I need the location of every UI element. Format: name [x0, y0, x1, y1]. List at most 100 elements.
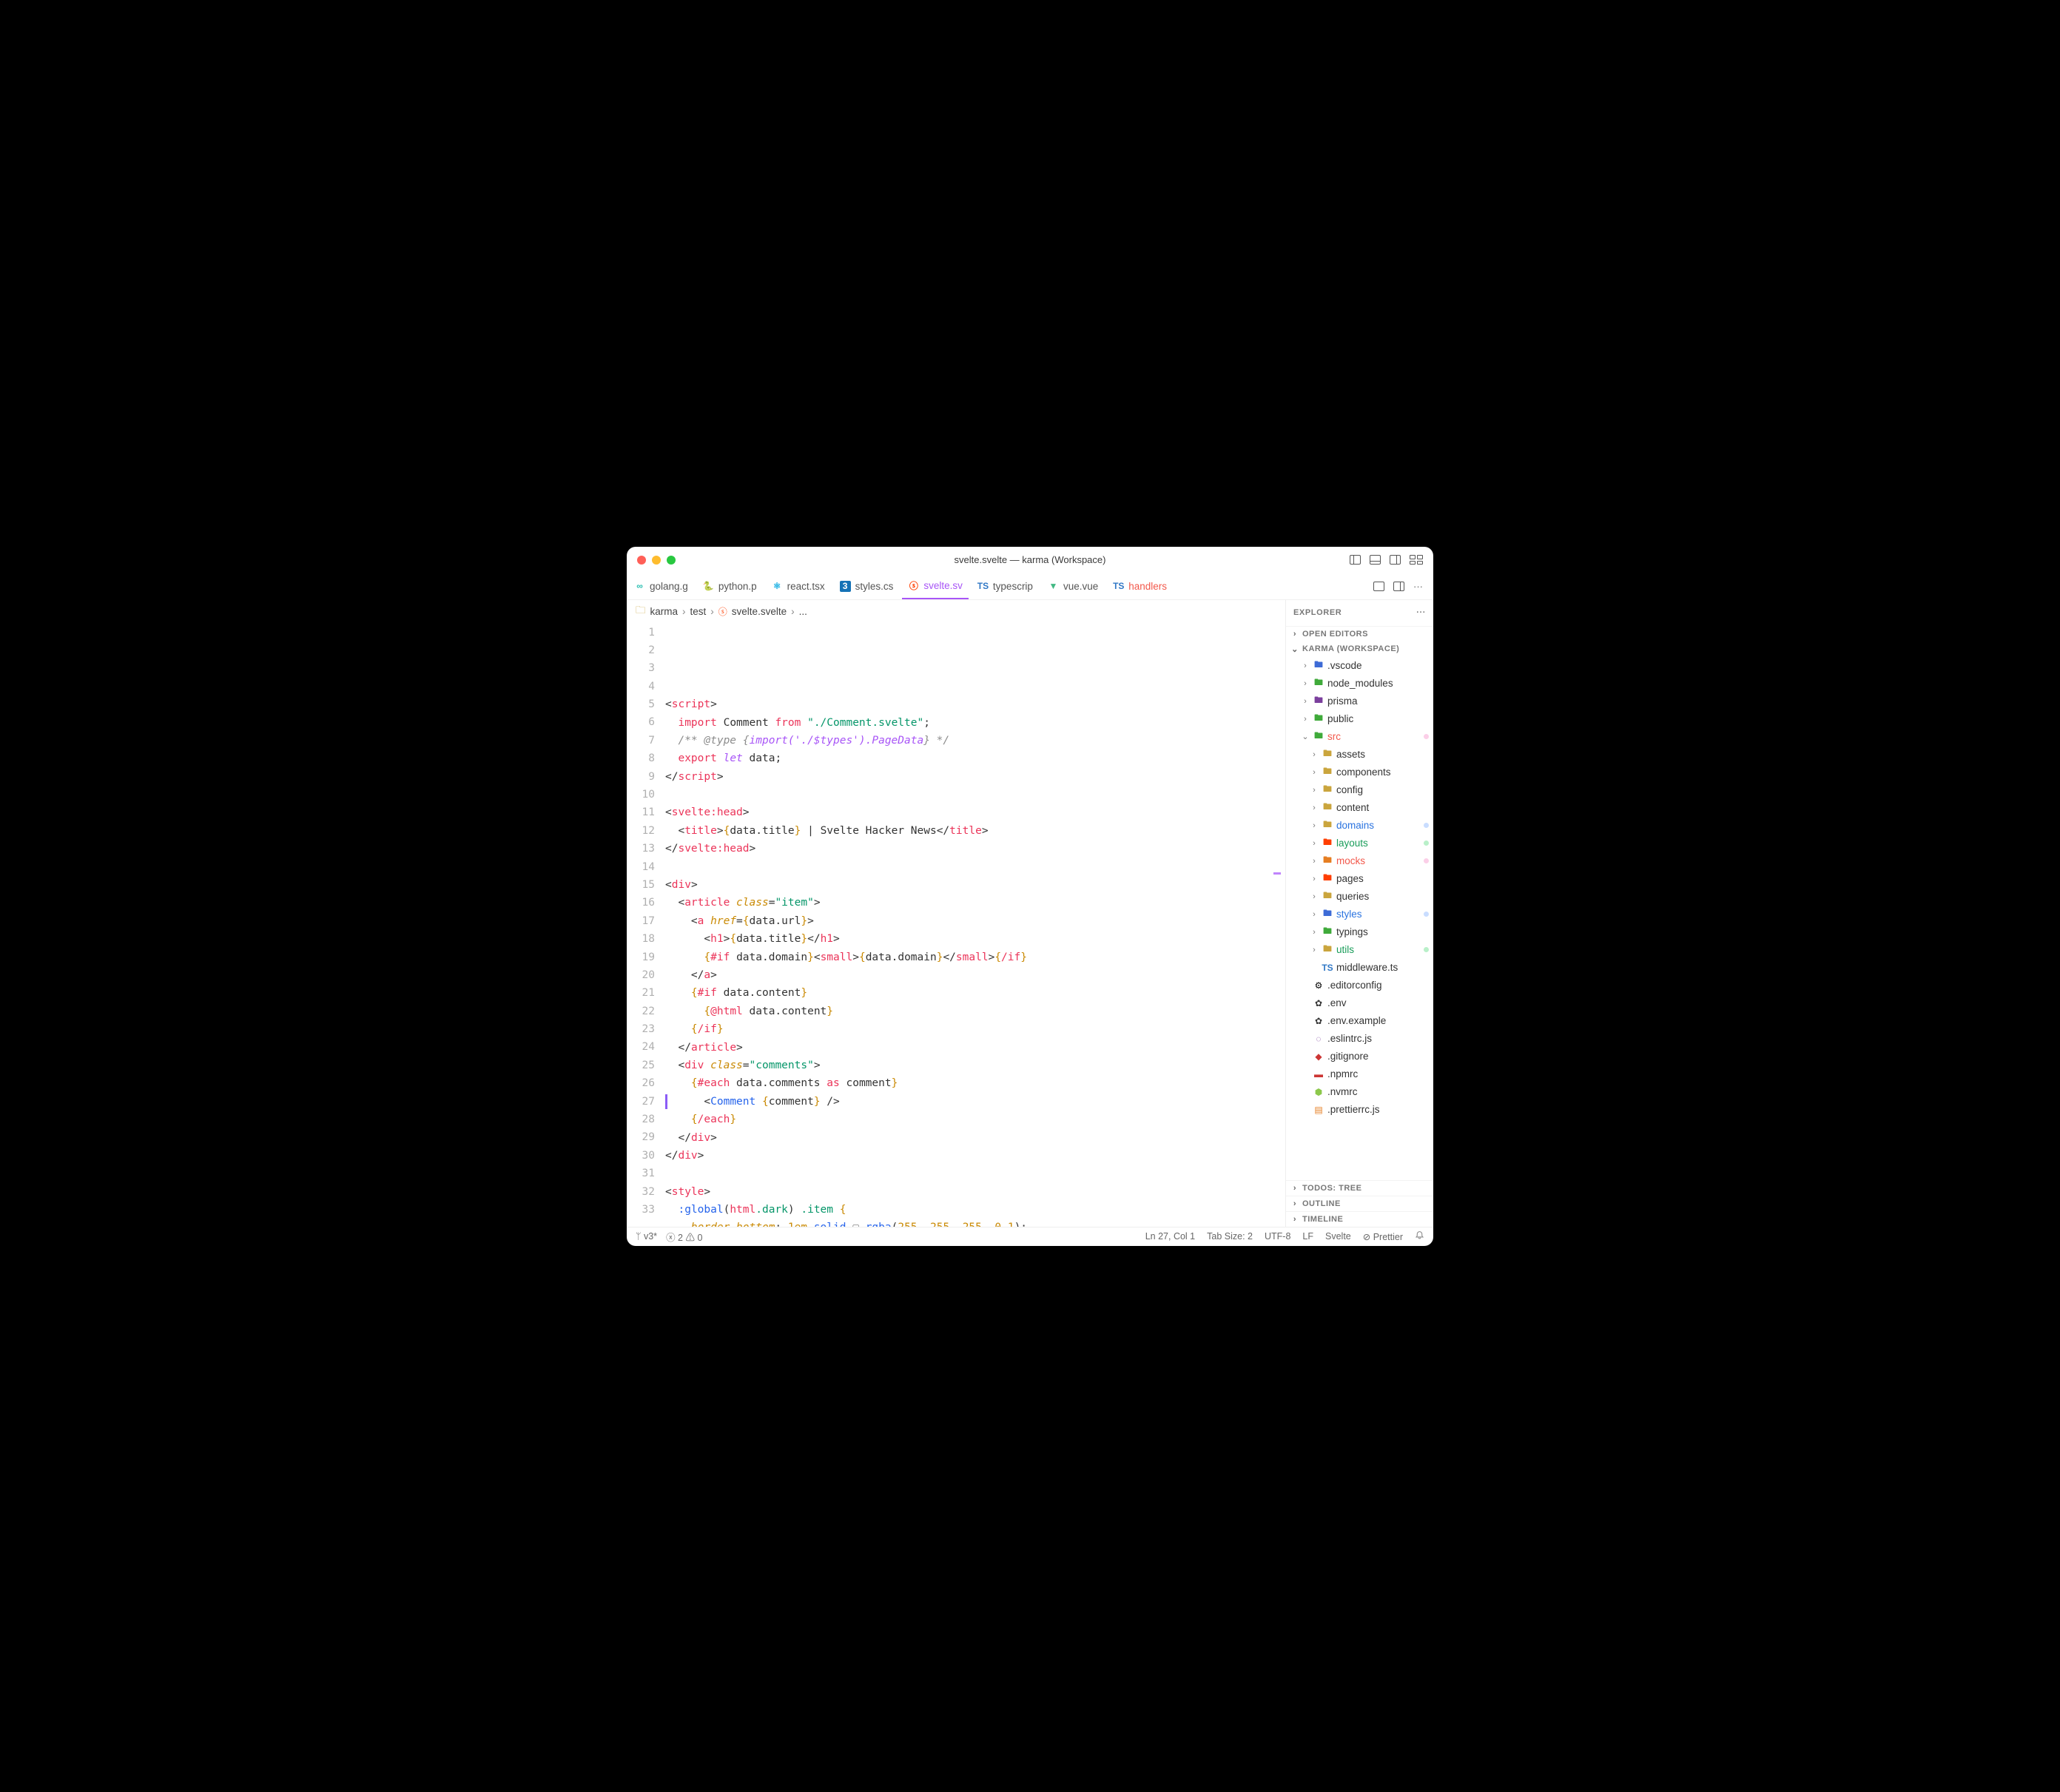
- language-mode[interactable]: Svelte: [1325, 1231, 1351, 1242]
- tree-file[interactable]: ◌.eslintrc.js: [1286, 1030, 1433, 1048]
- tree-folder[interactable]: ›🖿components: [1286, 764, 1433, 781]
- code-line[interactable]: :global(html.dark) .item {: [665, 1201, 1285, 1219]
- code-line[interactable]: {/each}: [665, 1111, 1285, 1128]
- toggle-right-panel-icon[interactable]: [1390, 555, 1401, 565]
- code-line[interactable]: <svelte:head>: [665, 804, 1285, 821]
- code-line[interactable]: import Comment from "./Comment.svelte";: [665, 714, 1285, 732]
- tree-folder[interactable]: ›🖿prisma: [1286, 693, 1433, 710]
- compare-icon[interactable]: [1373, 582, 1384, 591]
- breadcrumb[interactable]: 🗀 karma › test › ⓢ svelte.svelte › ...: [627, 600, 1285, 621]
- split-editor-icon[interactable]: [1393, 582, 1404, 591]
- code-line[interactable]: </svelte:head>: [665, 840, 1285, 858]
- code-content[interactable]: <script> import Comment from "./Comment.…: [665, 621, 1285, 1227]
- code-line[interactable]: export let data;: [665, 750, 1285, 767]
- code-line[interactable]: [665, 1165, 1285, 1182]
- code-line[interactable]: <style>: [665, 1183, 1285, 1201]
- code-line[interactable]: {#if data.content}: [665, 984, 1285, 1002]
- titlebar: svelte.svelte — karma (Workspace): [627, 547, 1433, 573]
- tree-folder[interactable]: ›🖿content: [1286, 799, 1433, 817]
- code-line[interactable]: <div>: [665, 876, 1285, 894]
- toggle-bottom-panel-icon[interactable]: [1370, 555, 1381, 565]
- code-line[interactable]: [665, 786, 1285, 804]
- tab-label: handlers: [1128, 581, 1167, 592]
- tree-file[interactable]: ⬢.nvmrc: [1286, 1083, 1433, 1101]
- tree-folder[interactable]: ›🖿public: [1286, 710, 1433, 728]
- code-line[interactable]: border-bottom: 1em solid ▢ rgba(255, 255…: [665, 1219, 1285, 1226]
- tab-vue[interactable]: ▼ vue.vue: [1042, 573, 1104, 599]
- encoding-info[interactable]: UTF-8: [1265, 1231, 1290, 1242]
- tree-folder[interactable]: ›🖿config: [1286, 781, 1433, 799]
- tree-folder[interactable]: ›🖿mocks: [1286, 852, 1433, 870]
- tab-python[interactable]: 🐍 python.p: [697, 573, 763, 599]
- tree-folder[interactable]: ›🖿domains: [1286, 817, 1433, 835]
- code-line[interactable]: </div>: [665, 1129, 1285, 1147]
- tree-file[interactable]: ✿.env.example: [1286, 1012, 1433, 1030]
- tab-golang[interactable]: ∞ golang.g: [628, 573, 694, 599]
- code-line[interactable]: /** @type {import('./$types').PageData} …: [665, 732, 1285, 750]
- tab-svelte[interactable]: ⓢ svelte.sv: [902, 573, 969, 599]
- code-line[interactable]: {/if}: [665, 1020, 1285, 1038]
- code-line[interactable]: <title>{data.title} | Svelte Hacker News…: [665, 822, 1285, 840]
- code-line[interactable]: {#if data.domain}<small>{data.domain}</s…: [665, 949, 1285, 966]
- code-line[interactable]: {#each data.comments as comment}: [665, 1074, 1285, 1092]
- tree-file[interactable]: ✿.env: [1286, 994, 1433, 1012]
- code-line[interactable]: {@html data.content}: [665, 1003, 1285, 1020]
- tree-folder[interactable]: ›🖿styles: [1286, 906, 1433, 923]
- tree-folder[interactable]: ›🖿queries: [1286, 888, 1433, 906]
- section-timeline[interactable]: › TIMELINE: [1286, 1211, 1433, 1227]
- tree-folder[interactable]: ›🖿.vscode: [1286, 657, 1433, 675]
- code-line[interactable]: </div>: [665, 1147, 1285, 1165]
- tree-file[interactable]: TSmiddleware.ts: [1286, 959, 1433, 977]
- section-todos[interactable]: › TODOS: TREE: [1286, 1180, 1433, 1196]
- code-line[interactable]: <script>: [665, 695, 1285, 713]
- section-outline[interactable]: › OUTLINE: [1286, 1196, 1433, 1211]
- tab-styles[interactable]: 3 styles.cs: [834, 573, 900, 599]
- toggle-left-panel-icon[interactable]: [1350, 555, 1361, 565]
- tree-folder[interactable]: ›🖿pages: [1286, 870, 1433, 888]
- code-line[interactable]: </script>: [665, 768, 1285, 786]
- cursor-position[interactable]: Ln 27, Col 1: [1145, 1231, 1195, 1242]
- folder-icon: 🖿: [1313, 658, 1324, 673]
- tree-item-label: pages: [1336, 873, 1364, 884]
- tree-file[interactable]: ◆.gitignore: [1286, 1048, 1433, 1065]
- code-line[interactable]: <div class="comments">: [665, 1057, 1285, 1074]
- code-line[interactable]: </article>: [665, 1039, 1285, 1057]
- code-line[interactable]: [665, 858, 1285, 876]
- git-branch[interactable]: ᛘ v3*: [636, 1231, 657, 1242]
- layout-grid-icon[interactable]: [1410, 555, 1423, 565]
- maximize-window-button[interactable]: [667, 556, 676, 565]
- tree-file[interactable]: ▤.prettierrc.js: [1286, 1101, 1433, 1119]
- code-line[interactable]: </a>: [665, 966, 1285, 984]
- tree-item-label: node_modules: [1327, 678, 1393, 689]
- tab-label: vue.vue: [1063, 581, 1098, 592]
- code-line[interactable]: <Comment {comment} />: [665, 1093, 1285, 1111]
- more-icon[interactable]: ···: [1416, 608, 1426, 617]
- code-line[interactable]: <h1>{data.title}</h1>: [665, 930, 1285, 948]
- tree-folder[interactable]: ›🖿utils: [1286, 941, 1433, 959]
- code-line[interactable]: <article class="item">: [665, 894, 1285, 912]
- tree-folder[interactable]: ›🖿layouts: [1286, 835, 1433, 852]
- section-workspace[interactable]: ⌄ KARMA (WORKSPACE): [1286, 641, 1433, 657]
- code-editor[interactable]: 1234567891011121314151617181920212223242…: [627, 621, 1285, 1227]
- eol-info[interactable]: LF: [1302, 1231, 1313, 1242]
- tree-folder[interactable]: ⌄🖿src: [1286, 728, 1433, 746]
- tab-react[interactable]: ⚛ react.tsx: [766, 573, 831, 599]
- tree-file[interactable]: ▬.npmrc: [1286, 1065, 1433, 1083]
- section-open-editors[interactable]: › OPEN EDITORS: [1286, 627, 1433, 641]
- folder-icon: 🖿: [1322, 764, 1333, 780]
- tree-folder[interactable]: ›🖿typings: [1286, 923, 1433, 941]
- formatter-info[interactable]: ⊘ Prettier: [1363, 1231, 1403, 1242]
- tree-folder[interactable]: ›🖿node_modules: [1286, 675, 1433, 693]
- ts-icon: TS: [977, 581, 989, 592]
- bell-icon[interactable]: [1415, 1230, 1424, 1242]
- more-actions-icon[interactable]: ···: [1413, 581, 1423, 592]
- tree-folder[interactable]: ›🖿assets: [1286, 746, 1433, 764]
- indent-info[interactable]: Tab Size: 2: [1207, 1231, 1253, 1242]
- tab-handlers[interactable]: TS handlers: [1107, 573, 1173, 599]
- code-line[interactable]: <a href={data.url}>: [665, 912, 1285, 930]
- tree-file[interactable]: ⚙.editorconfig: [1286, 977, 1433, 994]
- minimize-window-button[interactable]: [652, 556, 661, 565]
- close-window-button[interactable]: [637, 556, 646, 565]
- tab-typescript[interactable]: TS typescrip: [972, 573, 1039, 599]
- problems-indicator[interactable]: ⓧ 2 ⚠ 0: [666, 1230, 702, 1244]
